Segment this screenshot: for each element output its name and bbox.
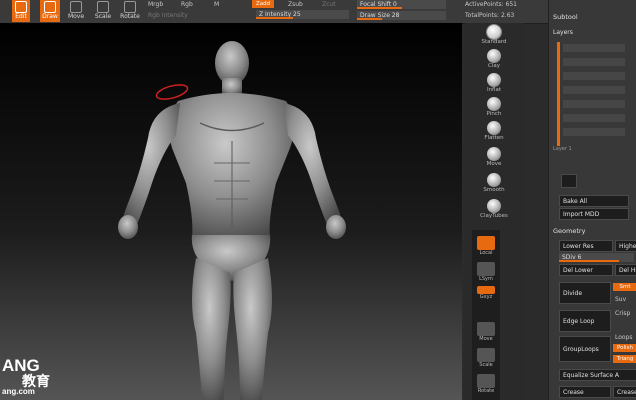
rotate-icon	[124, 1, 136, 13]
z-intensity-slider[interactable]: Z Intensity 25	[256, 10, 349, 19]
draw-button[interactable]: Draw	[40, 0, 60, 22]
subtool-title[interactable]: Subtool	[553, 13, 578, 21]
canvas-viewport[interactable]: ANG 教育 ang.com	[0, 23, 462, 400]
edit-button[interactable]: Edit	[12, 0, 30, 22]
move-icon	[70, 1, 82, 13]
crisp-toggle[interactable]: Crisp	[615, 310, 630, 317]
smooth-brush-icon	[487, 173, 501, 187]
bake-all-button[interactable]: Bake All	[559, 195, 629, 207]
claytubes-brush-icon	[487, 199, 501, 213]
mrgb-toggle[interactable]: Mrgb	[148, 1, 163, 8]
zsub-button[interactable]: Zsub	[288, 1, 303, 8]
lower-res-button[interactable]: Lower Res	[559, 240, 613, 252]
subtool-panel: Subtool Layers Layer 1 Bake All Import M…	[548, 0, 636, 400]
polish-toggle[interactable]: Polish	[613, 344, 636, 352]
move-brush-icon	[487, 147, 501, 161]
focal-shift-slider[interactable]: Focal Shift 0	[357, 0, 446, 9]
layer-slot[interactable]	[563, 114, 625, 122]
zadd-button[interactable]: Zadd	[252, 0, 274, 8]
move-view-icon	[477, 322, 495, 336]
draw-icon	[44, 1, 56, 13]
equalize-surface-button[interactable]: Equalize Surface A	[559, 369, 636, 381]
rotate-view-icon	[477, 374, 495, 388]
transform-tool-strip: Local LSym Gxyz Move Scale Rotate	[472, 230, 500, 400]
higher-res-button[interactable]: Highe	[615, 240, 636, 252]
lsym-button[interactable]: LSym	[472, 262, 500, 282]
m-toggle[interactable]: M	[214, 1, 219, 8]
zcut-button[interactable]: Zcut	[322, 1, 336, 8]
loops-slider[interactable]: Loops	[615, 334, 633, 341]
triangle-toggle[interactable]: Triang	[613, 355, 636, 363]
layer-slot[interactable]	[563, 72, 625, 80]
crease-all-button[interactable]: Crease	[613, 386, 636, 398]
clay-brush-icon	[487, 49, 501, 63]
del-lower-button[interactable]: Del Lower	[559, 264, 613, 276]
layer-name: Layer 1	[553, 146, 572, 152]
layer-slot[interactable]	[563, 128, 625, 136]
rgb-intensity-slider[interactable]: Rgb Intensity	[148, 12, 188, 19]
import-mdd-button[interactable]: Import MDD	[559, 208, 629, 220]
draw-size-slider[interactable]: Draw Size 28	[357, 11, 446, 20]
layer-slot[interactable]	[563, 86, 625, 94]
top-toolbar: Edit Draw Move Scale Rotate Mrgb Rgb M R…	[0, 0, 636, 24]
divide-button[interactable]: Divide	[559, 282, 611, 304]
scale-icon	[97, 1, 109, 13]
brush-claytubes[interactable]: ClayTubes	[465, 199, 523, 219]
crease-button[interactable]: Crease	[559, 386, 611, 398]
scale-view-button[interactable]: Scale	[472, 348, 500, 368]
suv-toggle[interactable]: Suv	[615, 296, 626, 303]
geometry-title[interactable]: Geometry	[553, 227, 585, 235]
rotate-view-button[interactable]: Rotate	[472, 374, 500, 394]
brush-standard[interactable]: Standard	[465, 25, 523, 45]
brush-clay[interactable]: Clay	[465, 49, 523, 69]
total-points-readout: TotalPoints: 2.63	[465, 12, 515, 19]
gxyz-icon	[477, 286, 495, 294]
rotate-button[interactable]: Rotate	[119, 0, 141, 22]
local-button[interactable]: Local	[472, 236, 500, 256]
sdiv-slider[interactable]: SDiv 6	[559, 253, 634, 262]
del-higher-button[interactable]: Del Hi	[615, 264, 636, 276]
pinch-brush-icon	[487, 97, 501, 111]
move-button[interactable]: Move	[67, 0, 85, 22]
scale-view-icon	[477, 348, 495, 362]
move-view-button[interactable]: Move	[472, 322, 500, 342]
edit-icon	[15, 1, 27, 13]
group-loops-button[interactable]: GroupLoops	[559, 336, 611, 362]
brush-smooth[interactable]: Smooth	[465, 173, 523, 193]
brush-move[interactable]: Move	[465, 147, 523, 167]
lsym-icon	[477, 262, 495, 276]
standard-brush-icon	[487, 25, 501, 39]
layer-slot[interactable]	[563, 58, 625, 66]
layer-slot[interactable]	[563, 100, 625, 108]
smt-toggle[interactable]: Smt	[613, 283, 636, 291]
rgb-toggle[interactable]: Rgb	[181, 1, 193, 8]
layer-eye-button[interactable]	[561, 174, 577, 188]
active-points-readout: ActivePoints: 651	[465, 1, 517, 8]
brush-pinch[interactable]: Pinch	[465, 97, 523, 117]
inflat-brush-icon	[487, 73, 501, 87]
brush-flatten[interactable]: Flatten	[465, 121, 523, 141]
sculpt-model	[118, 41, 346, 400]
watermark-logo: ANG 教育 ang.com	[2, 356, 50, 396]
brush-inflat[interactable]: Inflat	[465, 73, 523, 93]
scale-button[interactable]: Scale	[94, 0, 112, 22]
flatten-brush-icon	[487, 121, 501, 135]
layers-title[interactable]: Layers	[553, 29, 573, 36]
local-icon	[477, 236, 495, 250]
gxyz-button[interactable]: Gxyz	[472, 286, 500, 300]
edge-loop-button[interactable]: Edge Loop	[559, 310, 611, 332]
layer-slot[interactable]	[563, 44, 625, 52]
